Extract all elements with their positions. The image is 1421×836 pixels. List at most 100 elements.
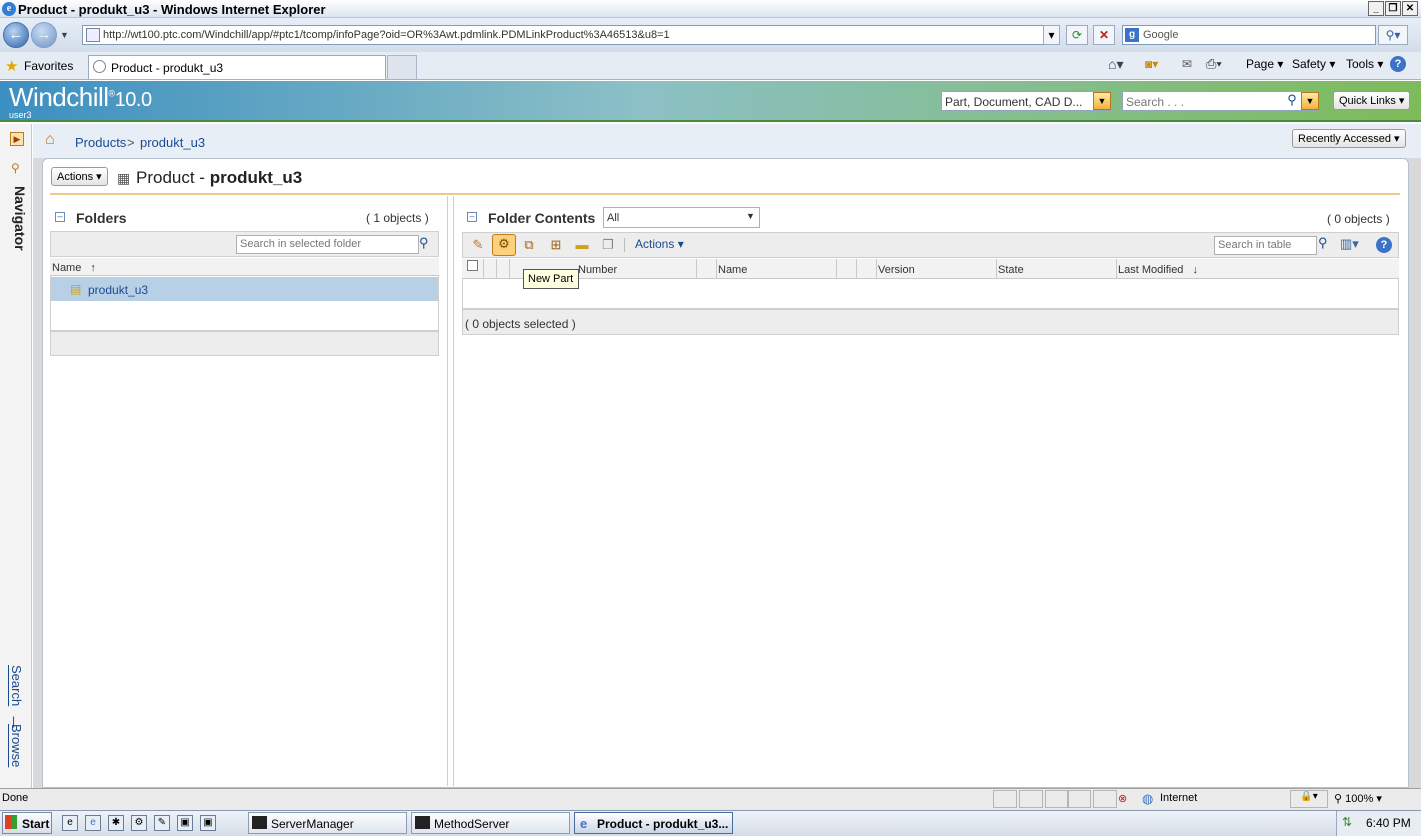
product-icon: ▦ bbox=[117, 170, 131, 186]
table-search-icon[interactable]: ⚲ bbox=[1318, 235, 1328, 251]
table-search-input[interactable]: Search in table bbox=[1214, 236, 1317, 255]
column-name[interactable]: Name bbox=[718, 264, 747, 276]
breadcrumb-separator: > bbox=[127, 135, 135, 150]
tab-favicon-icon bbox=[93, 60, 106, 73]
quicklaunch-gears-icon[interactable]: ⚙ bbox=[131, 815, 147, 831]
stop-button[interactable]: ✕ bbox=[1093, 25, 1115, 45]
quicklaunch-explorer-icon[interactable]: e bbox=[62, 815, 78, 831]
contents-title: Folder Contents bbox=[488, 210, 596, 226]
new-cad-icon[interactable]: ⧉ bbox=[520, 236, 538, 254]
folder-search-icon[interactable]: ⚲ bbox=[419, 235, 429, 251]
status-cell bbox=[1067, 790, 1091, 808]
contents-footer bbox=[462, 309, 1399, 335]
browser-tab[interactable]: Product - produkt_u3 bbox=[88, 55, 386, 79]
quicklaunch-ie-icon[interactable]: e bbox=[85, 815, 101, 831]
title-separator bbox=[50, 193, 1400, 195]
print-icon[interactable]: ⎙▾ bbox=[1206, 56, 1222, 72]
filter-dropdown-icon[interactable]: ▼ bbox=[746, 211, 755, 221]
user-label: user3 bbox=[9, 110, 32, 120]
recently-accessed-button[interactable]: Recently Accessed ▾ bbox=[1292, 129, 1406, 148]
quick-links-button[interactable]: Quick Links ▾ bbox=[1333, 91, 1411, 110]
feeds-icon[interactable]: ◙▾ bbox=[1145, 57, 1158, 71]
contents-filter-select[interactable]: All bbox=[603, 207, 760, 228]
blocked-icon[interactable]: ⊗ bbox=[1118, 792, 1127, 805]
header-search-icon[interactable]: ⚲ bbox=[1283, 92, 1301, 110]
column-version[interactable]: Version bbox=[878, 264, 915, 276]
status-cell bbox=[1045, 790, 1069, 808]
col-sep bbox=[696, 259, 697, 279]
status-text: Done bbox=[2, 792, 29, 804]
history-dropdown-icon[interactable]: ▼ bbox=[60, 30, 69, 40]
mail-icon[interactable]: ✉ bbox=[1182, 57, 1192, 71]
close-window-button[interactable]: ✕ bbox=[1402, 1, 1418, 16]
safety-menu[interactable]: Safety ▾ bbox=[1292, 57, 1335, 71]
favorites-star-icon: ★ bbox=[5, 58, 19, 75]
navigator-label[interactable]: Navigator bbox=[4, 186, 28, 266]
zoom-control[interactable]: ⚲ 100% ▾ bbox=[1334, 792, 1382, 805]
page-menu[interactable]: Page ▾ bbox=[1246, 57, 1283, 71]
page-actions-button[interactable]: Actions ▾ bbox=[51, 167, 108, 186]
google-icon: g bbox=[1125, 28, 1139, 42]
search-type-dropdown-icon[interactable]: ▼ bbox=[1093, 92, 1111, 110]
cmd-icon bbox=[252, 816, 267, 829]
taskbar-servermanager[interactable]: ServerManager bbox=[248, 812, 407, 834]
contents-actions-menu[interactable]: Actions ▾ bbox=[635, 237, 684, 251]
folders-collapse-icon[interactable]: – bbox=[55, 212, 65, 222]
window-titlebar: e Product - produkt_u3 - Windows Interne… bbox=[0, 0, 1421, 18]
refresh-button[interactable]: ⟳ bbox=[1066, 25, 1088, 45]
quicklaunch-notepad-icon[interactable]: ✎ bbox=[154, 815, 170, 831]
col-sep bbox=[509, 259, 510, 279]
col-sep bbox=[856, 259, 857, 279]
quicklaunch-cmd-icon[interactable]: ▣ bbox=[177, 815, 193, 831]
quicklaunch-window-icon[interactable]: ▣ bbox=[200, 815, 216, 831]
favorites-button[interactable]: Favorites bbox=[24, 59, 73, 73]
column-last-modified[interactable]: Last Modified ↓ bbox=[1118, 264, 1198, 276]
folders-name-column[interactable]: Name ↑ bbox=[52, 262, 96, 274]
search-go-button[interactable]: ⚲▾ bbox=[1378, 25, 1408, 45]
restore-button[interactable]: ❐ bbox=[1385, 1, 1401, 16]
quicklaunch-tools-icon[interactable]: ✱ bbox=[108, 815, 124, 831]
address-dropdown-icon[interactable]: ▾ bbox=[1043, 25, 1060, 45]
column-number[interactable]: Number bbox=[578, 264, 617, 276]
back-button[interactable]: ← bbox=[3, 22, 29, 48]
breadcrumb-products[interactable]: Products bbox=[75, 135, 126, 150]
tools-menu[interactable]: Tools ▾ bbox=[1346, 57, 1383, 71]
new-document-icon[interactable]: ✎ bbox=[469, 236, 487, 254]
header-search-dropdown-icon[interactable]: ▼ bbox=[1301, 92, 1319, 110]
taskbar-methodserver[interactable]: MethodServer bbox=[411, 812, 570, 834]
clock[interactable]: 6:40 PM bbox=[1366, 816, 1411, 830]
new-part-icon[interactable]: ⚙ bbox=[492, 234, 516, 256]
contents-collapse-icon[interactable]: – bbox=[467, 212, 477, 222]
taskbar-ie-window[interactable]: Product - produkt_u3... bbox=[574, 812, 733, 834]
new-folder-icon[interactable]: ▬ bbox=[573, 236, 591, 254]
browse-link[interactable]: Browse bbox=[9, 724, 24, 767]
tray-network-icon[interactable]: ⇅ bbox=[1342, 815, 1352, 829]
search-link[interactable]: Search bbox=[9, 665, 24, 706]
search-type-select[interactable]: Part, Document, CAD D... bbox=[941, 91, 1111, 111]
protected-mode-icon[interactable]: 🔒▾ bbox=[1290, 790, 1328, 808]
paste-icon[interactable]: ❐ bbox=[599, 236, 617, 254]
new-structure-icon[interactable]: ⊞ bbox=[547, 236, 565, 254]
home-breadcrumb-icon[interactable]: ⌂ bbox=[45, 131, 55, 149]
table-help-icon[interactable]: ? bbox=[1376, 237, 1392, 253]
forward-button[interactable]: → bbox=[31, 22, 57, 48]
column-state[interactable]: State bbox=[998, 264, 1024, 276]
address-bar[interactable]: http://wt100.ptc.com/Windchill/app/#ptc1… bbox=[82, 25, 1060, 45]
help-icon[interactable]: ? bbox=[1390, 56, 1406, 72]
contents-table-body bbox=[462, 279, 1399, 309]
windchill-logo: Windchill®10.0 bbox=[9, 82, 152, 112]
globe-icon: ◍ bbox=[1142, 791, 1154, 806]
status-cell bbox=[1093, 790, 1117, 808]
expand-navigator-icon[interactable]: ▶ bbox=[10, 132, 24, 146]
breadcrumb-product[interactable]: produkt_u3 bbox=[140, 135, 205, 150]
home-icon[interactable]: ⌂▾ bbox=[1108, 56, 1123, 73]
status-cell bbox=[993, 790, 1017, 808]
minimize-button[interactable]: _ bbox=[1368, 1, 1384, 16]
panel-divider-left bbox=[447, 196, 448, 786]
folder-search-input[interactable]: Search in selected folder bbox=[236, 235, 419, 254]
new-tab-button[interactable] bbox=[387, 55, 417, 79]
select-all-checkbox[interactable] bbox=[467, 260, 478, 271]
window-title: Product - produkt_u3 - Windows Internet … bbox=[18, 2, 326, 17]
browser-search-input[interactable]: Google bbox=[1122, 25, 1376, 45]
table-view-icon[interactable]: ▥▾ bbox=[1340, 236, 1359, 252]
